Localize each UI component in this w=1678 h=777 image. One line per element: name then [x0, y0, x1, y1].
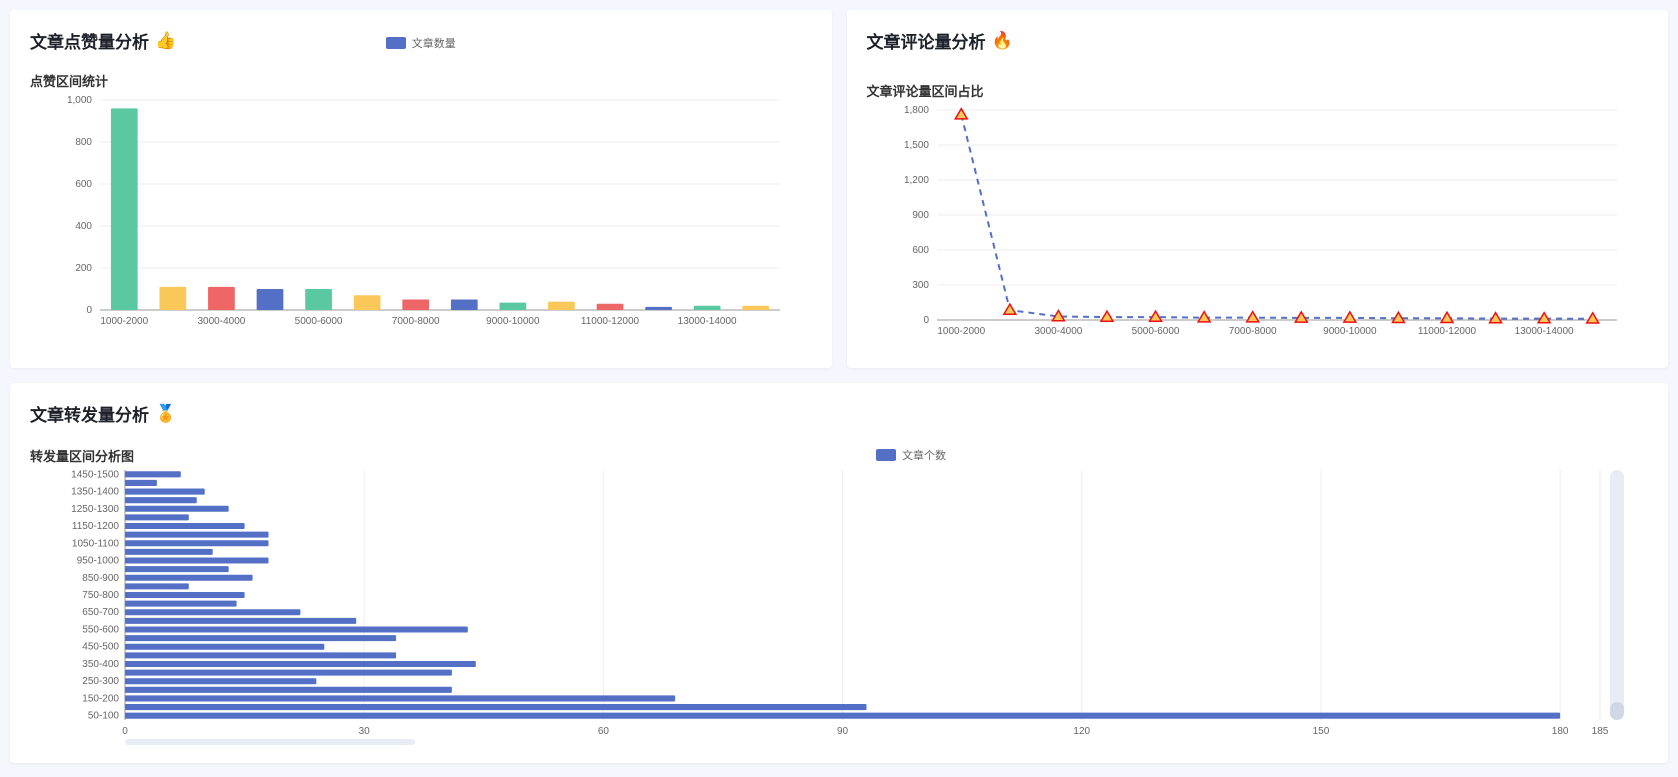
- svg-text:11000-12000: 11000-12000: [1417, 326, 1476, 337]
- svg-text:9000-10000: 9000-10000: [486, 316, 540, 327]
- svg-text:850-900: 850-900: [82, 573, 119, 584]
- medal-icon: 🏅: [155, 404, 176, 424]
- likes-legend-label: 文章数量: [412, 35, 456, 51]
- comments-title-text: 文章评论量分析: [867, 28, 986, 53]
- svg-text:60: 60: [598, 726, 610, 737]
- svg-text:90: 90: [837, 726, 849, 737]
- svg-text:7000-8000: 7000-8000: [1228, 326, 1276, 337]
- svg-text:0: 0: [122, 726, 128, 737]
- likes-subtitle: 点赞区间统计: [30, 71, 812, 90]
- shares-chart-svg: 0 30 60 90 120 150 180 185 1450-1500 1350-1400 125…: [30, 465, 1630, 745]
- svg-text:50-100: 50-100: [88, 711, 120, 722]
- svg-text:600: 600: [912, 245, 929, 256]
- svg-text:13000-14000: 13000-14000: [1514, 326, 1573, 337]
- svg-text:0: 0: [923, 315, 929, 326]
- comments-chart: 0 300 600 900 1,200 1,500 1,800 1000-2000 3000-4…: [867, 100, 1649, 350]
- shares-subtitle: 转发量区间分析图: [30, 446, 134, 465]
- svg-text:800: 800: [75, 137, 92, 148]
- scrollbar-track[interactable]: [1610, 470, 1624, 720]
- svg-text:1,800: 1,800: [903, 105, 928, 116]
- svg-text:0: 0: [86, 305, 92, 316]
- svg-text:1350-1400: 1350-1400: [71, 487, 119, 498]
- shares-legend: 文章个数: [174, 447, 1648, 463]
- svg-text:120: 120: [1073, 726, 1090, 737]
- svg-text:650-700: 650-700: [82, 607, 119, 618]
- svg-text:180: 180: [1552, 726, 1569, 737]
- svg-text:900: 900: [912, 210, 929, 221]
- svg-text:3000-4000: 3000-4000: [1034, 326, 1082, 337]
- comments-card: 文章评论量分析 🔥 文章评论量区间占比 0 300 600 900 1,200 1,500…: [847, 10, 1669, 368]
- svg-text:250-300: 250-300: [82, 676, 119, 687]
- thumbs-up-icon: 👍: [155, 31, 176, 51]
- comments-subtitle: 文章评论量区间占比: [867, 81, 1649, 100]
- svg-text:11000-12000: 11000-12000: [581, 316, 640, 327]
- svg-text:1450-1500: 1450-1500: [71, 469, 119, 480]
- svg-text:600: 600: [75, 179, 92, 190]
- svg-text:400: 400: [75, 221, 92, 232]
- comments-chart-svg: 0 300 600 900 1,200 1,500 1,800 1000-2000 3000-4…: [867, 100, 1627, 350]
- svg-text:185: 185: [1592, 726, 1609, 737]
- shares-card: 文章转发量分析 🏅 转发量区间分析图 文章个数 0 30 60 90 120 150 180…: [10, 383, 1668, 763]
- legend-swatch: [386, 37, 406, 49]
- likes-chart: 0 200 400 600 800 1,000 1000-2000 3000-4000 5000…: [30, 90, 812, 340]
- svg-text:1000-2000: 1000-2000: [100, 316, 148, 327]
- svg-text:1000-2000: 1000-2000: [937, 326, 985, 337]
- zoom-slider[interactable]: [125, 739, 415, 745]
- shares-title-text: 文章转发量分析: [30, 401, 149, 426]
- scrollbar-thumb[interactable]: [1610, 702, 1624, 720]
- svg-text:350-400: 350-400: [82, 659, 119, 670]
- svg-text:200: 200: [75, 263, 92, 274]
- likes-card: 文章点赞量分析 👍 文章数量 点赞区间统计 0 200 400 600 800 1,000…: [10, 10, 832, 368]
- svg-text:1250-1300: 1250-1300: [71, 504, 119, 515]
- svg-text:150: 150: [1313, 726, 1330, 737]
- fire-icon: 🔥: [992, 31, 1013, 51]
- shares-legend-label: 文章个数: [902, 447, 946, 463]
- svg-text:9000-10000: 9000-10000: [1323, 326, 1377, 337]
- likes-title-text: 文章点赞量分析: [30, 28, 149, 53]
- svg-text:5000-6000: 5000-6000: [295, 316, 343, 327]
- svg-text:3000-4000: 3000-4000: [198, 316, 246, 327]
- svg-text:1050-1100: 1050-1100: [72, 538, 120, 549]
- svg-text:30: 30: [359, 726, 371, 737]
- svg-text:1,200: 1,200: [903, 175, 928, 186]
- svg-text:450-500: 450-500: [82, 642, 119, 653]
- comments-title: 文章评论量分析 🔥: [867, 28, 1649, 53]
- svg-text:150-200: 150-200: [82, 693, 119, 704]
- svg-text:950-1000: 950-1000: [77, 556, 120, 567]
- legend-swatch: [876, 449, 896, 461]
- svg-text:1,000: 1,000: [67, 95, 92, 106]
- svg-text:550-600: 550-600: [82, 624, 119, 635]
- svg-text:300: 300: [912, 280, 929, 291]
- svg-text:1150-1200: 1150-1200: [72, 521, 120, 532]
- svg-text:5000-6000: 5000-6000: [1131, 326, 1179, 337]
- svg-text:1,500: 1,500: [903, 140, 928, 151]
- svg-text:13000-14000: 13000-14000: [678, 316, 737, 327]
- shares-title: 文章转发量分析 🏅: [30, 401, 1648, 426]
- svg-text:750-800: 750-800: [82, 590, 119, 601]
- likes-chart-svg: 0 200 400 600 800 1,000 1000-2000 3000-4000 5000…: [30, 90, 790, 340]
- shares-chart: 0 30 60 90 120 150 180 185 1450-1500 1350-1400 125…: [30, 465, 1648, 745]
- svg-text:7000-8000: 7000-8000: [392, 316, 440, 327]
